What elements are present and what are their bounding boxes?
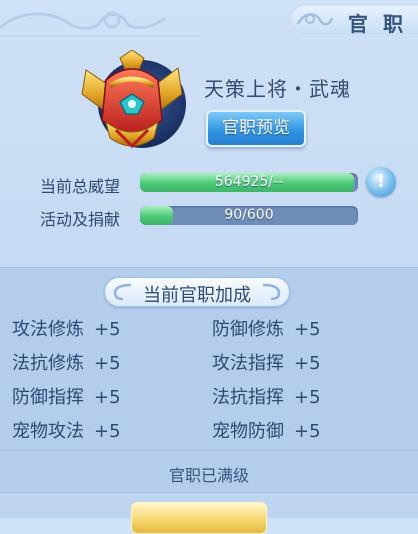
bonus-item: 攻法修炼 +5 (12, 315, 121, 341)
rank-preview-button[interactable]: 官职预览 (206, 110, 306, 147)
cloud-decoration-icon (0, 11, 200, 37)
bonus-name: 宠物防御 (212, 421, 284, 442)
bonus-item: 防御修炼 +5 (212, 315, 321, 341)
swirl-icon (296, 13, 334, 26)
prestige-label: 当前总威望 (40, 177, 121, 196)
bonus-item: 宠物防御 +5 (212, 417, 321, 443)
donation-bar: 90/600 (140, 206, 358, 225)
donation-value: 90/600 (224, 207, 274, 223)
bonus-value: +5 (94, 387, 121, 408)
bonus-item: 攻法指挥 +5 (212, 349, 321, 375)
bonus-value: +5 (294, 353, 321, 374)
bonus-name: 攻法修炼 (12, 319, 84, 340)
rank-name: 天策上将・武魂 (204, 77, 351, 101)
donation-label: 活动及捐献 (40, 210, 121, 229)
prestige-value: 564925/-- (214, 174, 284, 190)
bonus-value: +5 (294, 387, 321, 408)
bonus-item: 法抗指挥 +5 (212, 383, 321, 409)
prestige-bar: 564925/-- (140, 173, 358, 192)
exclamation-icon[interactable]: ! (366, 167, 396, 197)
bonus-name: 宠物攻法 (12, 421, 84, 442)
gold-button[interactable] (131, 502, 267, 534)
bonus-item: 防御指挥 +5 (12, 383, 121, 409)
bonus-item: 法抗修炼 +5 (12, 349, 121, 375)
golden-helmet-icon (81, 50, 186, 149)
divider (0, 450, 418, 451)
bonus-value: +5 (94, 353, 121, 374)
bonus-name: 防御修炼 (212, 319, 284, 340)
bonus-item: 宠物攻法 +5 (12, 417, 121, 443)
bonus-value: +5 (294, 319, 321, 340)
bonus-name: 攻法指挥 (212, 353, 284, 374)
max-level-status: 官职已满级 (168, 466, 249, 485)
bonus-value: +5 (94, 421, 121, 442)
title-tab: 官 职 (290, 4, 418, 36)
curl-right-icon (262, 283, 281, 301)
bonus-name: 防御指挥 (12, 387, 84, 408)
bonus-value: +5 (294, 421, 321, 442)
bonus-section-header: 当前官职加成 (104, 277, 290, 307)
page-title: 官 职 (348, 12, 407, 36)
bonus-name: 法抗指挥 (212, 387, 284, 408)
bonus-value: +5 (94, 319, 121, 340)
bonus-name: 法抗修炼 (12, 353, 84, 374)
